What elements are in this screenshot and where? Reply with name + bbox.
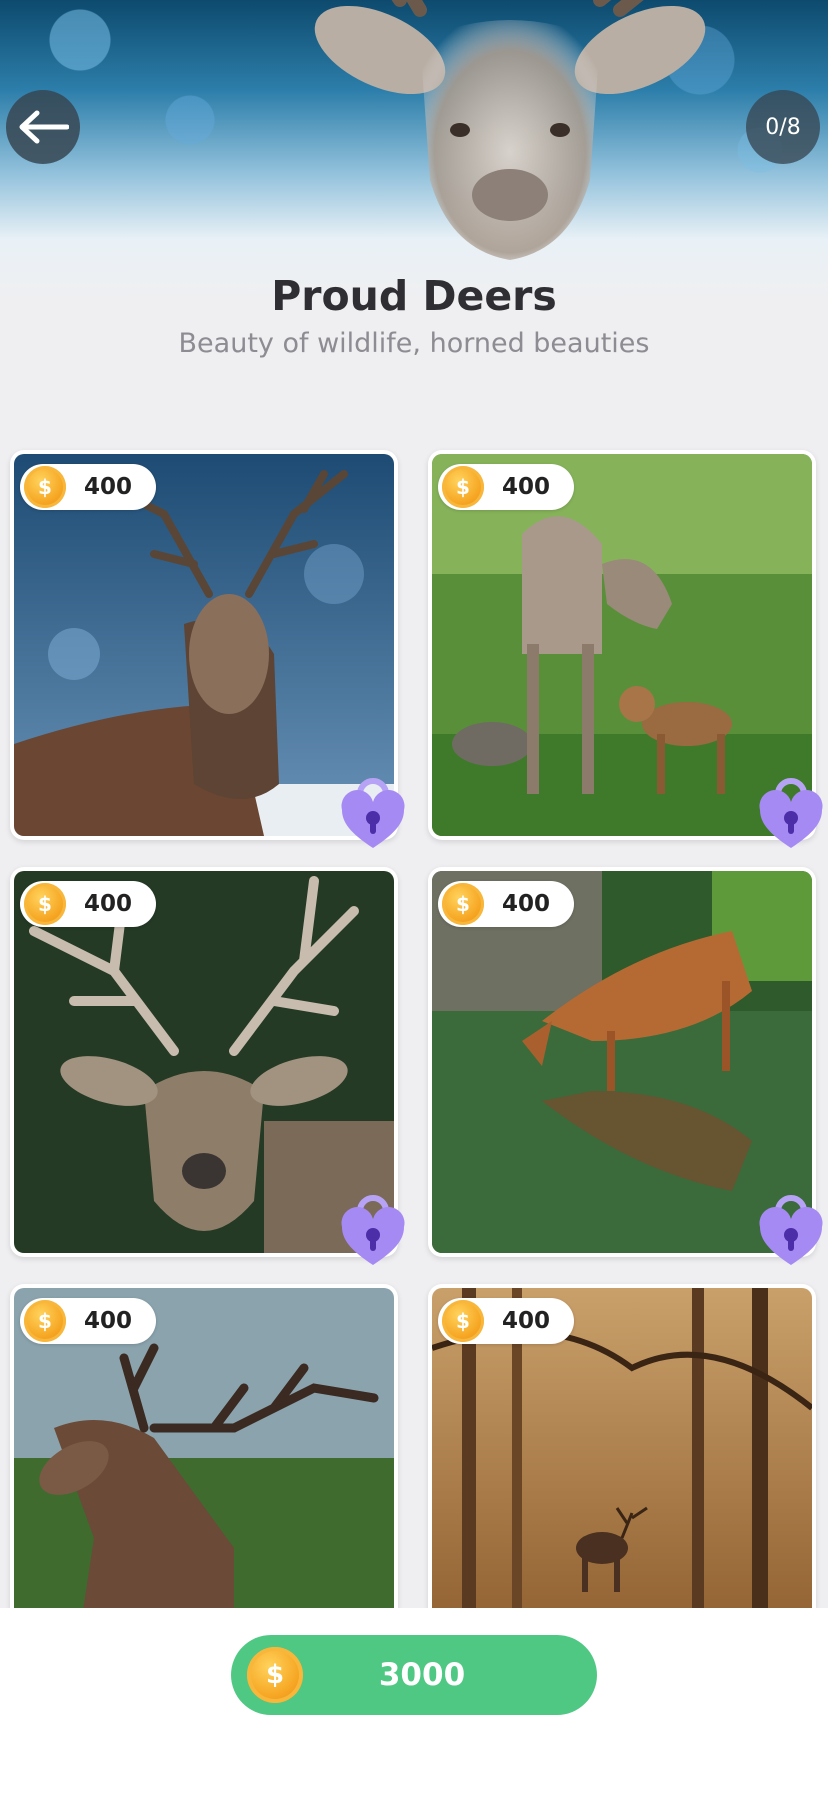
- price-label: 400: [502, 474, 551, 500]
- price-label: 400: [502, 891, 551, 917]
- heart-lock-icon: [341, 1195, 405, 1265]
- hero-deer-image: [314, 0, 706, 260]
- price-label: 400: [84, 474, 133, 500]
- heart-lock-icon: [759, 1195, 823, 1265]
- coin-icon: $: [442, 1300, 484, 1342]
- coin-icon: $: [24, 466, 66, 508]
- hero-banner: 0/8: [0, 0, 828, 300]
- price-pill: $ 400: [438, 464, 574, 510]
- doe-with-fawn-image: [432, 454, 812, 836]
- arrow-left-icon: [19, 110, 69, 144]
- fawn-drinking-water-image: [432, 871, 812, 1253]
- stag-in-snow-image: [14, 454, 394, 836]
- coin-icon: $: [24, 883, 66, 925]
- coin-balance-amount: 3000: [378, 1657, 466, 1693]
- heart-lock-icon: [759, 778, 823, 848]
- price-pill: $ 400: [438, 1298, 574, 1344]
- price-label: 400: [502, 1308, 551, 1334]
- price-label: 400: [84, 1308, 133, 1334]
- page-title: Proud Deers: [271, 272, 557, 320]
- puzzle-card[interactable]: $ 400: [428, 450, 823, 848]
- page-subtitle: Beauty of wildlife, horned beauties: [178, 328, 650, 359]
- coin-icon: $: [442, 883, 484, 925]
- heart-lock-icon: [341, 778, 405, 848]
- stag-portrait-image: [14, 871, 394, 1253]
- price-pill: $ 400: [20, 881, 156, 927]
- price-pill: $ 400: [20, 1298, 156, 1344]
- coin-icon: $: [24, 1300, 66, 1342]
- back-button[interactable]: [6, 90, 80, 164]
- price-pill: $ 400: [20, 464, 156, 510]
- coin-icon: $: [247, 1647, 303, 1703]
- puzzle-card[interactable]: $ 400: [10, 867, 405, 1265]
- coin-balance-button[interactable]: $ 3000: [231, 1635, 597, 1715]
- puzzle-card[interactable]: $ 400: [10, 450, 405, 848]
- price-label: 400: [84, 891, 133, 917]
- progress-badge: 0/8: [746, 90, 820, 164]
- coin-icon: $: [442, 466, 484, 508]
- price-pill: $ 400: [438, 881, 574, 927]
- puzzle-card[interactable]: $ 400: [428, 867, 823, 1265]
